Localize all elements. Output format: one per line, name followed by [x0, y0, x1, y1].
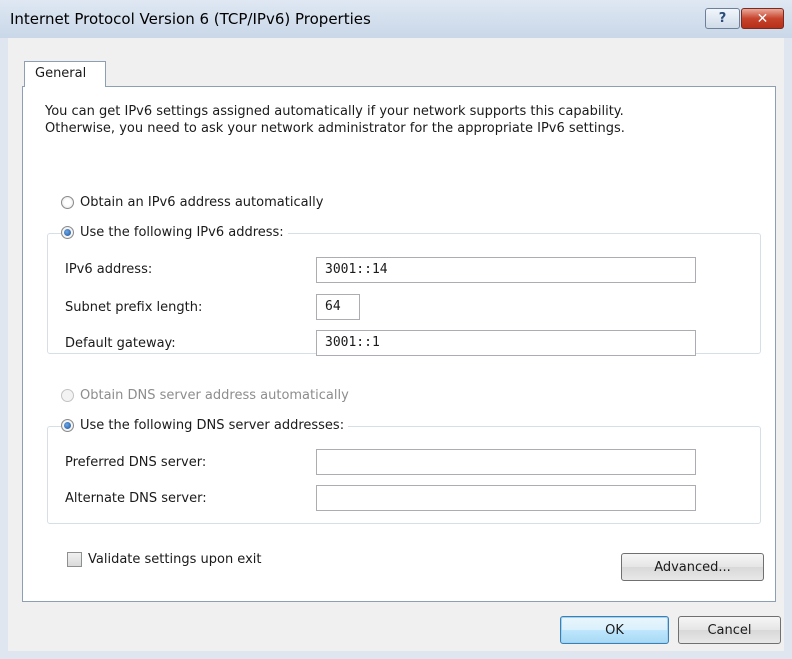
ipv6-auto-label: Obtain an IPv6 address automatically: [80, 195, 324, 210]
subnet-prefix-input[interactable]: 64: [316, 294, 360, 320]
ipv6-address-input[interactable]: 3001::14: [316, 257, 696, 283]
dns-manual-radio-row[interactable]: Use the following DNS server addresses:: [61, 418, 349, 433]
tab-general[interactable]: General: [24, 61, 106, 87]
window-title: Internet Protocol Version 6 (TCP/IPv6) P…: [10, 10, 371, 28]
close-button[interactable]: ✕: [741, 8, 784, 29]
default-gateway-label: Default gateway:: [65, 336, 176, 351]
help-button[interactable]: ?: [705, 8, 740, 29]
description-text: You can get IPv6 settings assigned autom…: [45, 103, 745, 137]
ipv6-auto-radio-row[interactable]: Obtain an IPv6 address automatically: [61, 195, 328, 210]
cancel-button[interactable]: Cancel: [678, 616, 781, 644]
default-gateway-input[interactable]: 3001::1: [316, 330, 696, 356]
title-bar[interactable]: Internet Protocol Version 6 (TCP/IPv6) P…: [0, 0, 792, 38]
advanced-button[interactable]: Advanced...: [621, 553, 764, 581]
help-icon: ?: [718, 11, 727, 26]
dns-manual-label: Use the following DNS server addresses:: [80, 418, 345, 433]
dialog-window: Internet Protocol Version 6 (TCP/IPv6) P…: [0, 0, 792, 659]
description-line-1: You can get IPv6 settings assigned autom…: [45, 104, 624, 119]
dns-auto-label: Obtain DNS server address automatically: [80, 388, 349, 403]
preferred-dns-label: Preferred DNS server:: [65, 455, 207, 470]
validate-label: Validate settings upon exit: [88, 552, 262, 567]
ipv6-address-label: IPv6 address:: [65, 262, 153, 277]
description-line-2: Otherwise, you need to ask your network …: [45, 121, 625, 136]
dns-manual-radio[interactable]: [61, 419, 74, 432]
ok-button[interactable]: OK: [560, 616, 669, 644]
alternate-dns-input[interactable]: [316, 485, 696, 511]
ipv6-manual-radio[interactable]: [61, 226, 74, 239]
alternate-dns-label: Alternate DNS server:: [65, 491, 207, 506]
ipv6-manual-label: Use the following IPv6 address:: [80, 225, 284, 240]
dialog-body: General You can get IPv6 settings assign…: [8, 38, 784, 651]
validate-checkbox[interactable]: [67, 552, 82, 567]
ipv6-manual-radio-row[interactable]: Use the following IPv6 address:: [61, 225, 288, 240]
ipv6-auto-radio[interactable]: [61, 196, 74, 209]
general-tab-panel: You can get IPv6 settings assigned autom…: [22, 86, 776, 602]
dns-auto-radio[interactable]: [61, 389, 74, 402]
dns-auto-radio-row[interactable]: Obtain DNS server address automatically: [61, 388, 353, 403]
validate-checkbox-row[interactable]: Validate settings upon exit: [67, 552, 261, 567]
close-icon: ✕: [756, 10, 769, 27]
preferred-dns-input[interactable]: [316, 449, 696, 475]
subnet-prefix-label: Subnet prefix length:: [65, 300, 203, 315]
